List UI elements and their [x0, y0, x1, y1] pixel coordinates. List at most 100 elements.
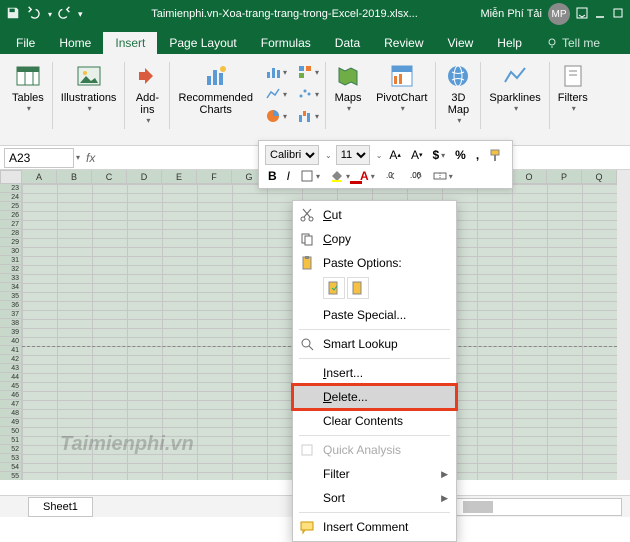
currency-icon[interactable]: $▾	[429, 147, 448, 163]
paste-option-2[interactable]	[347, 277, 369, 299]
col-header-F[interactable]: F	[197, 170, 232, 184]
ctx-sort[interactable]: Sort▶	[293, 486, 456, 510]
hierarchy-chart-icon[interactable]: ▾	[293, 62, 323, 82]
row-header[interactable]: 48	[0, 409, 22, 418]
size-dropdown-icon[interactable]: ⌄	[376, 151, 383, 160]
row-header[interactable]: 45	[0, 382, 22, 391]
row-header[interactable]: 55	[0, 472, 22, 480]
row-header[interactable]: 47	[0, 400, 22, 409]
tab-insert[interactable]: Insert	[103, 32, 157, 54]
line-chart-icon[interactable]: ▾	[261, 84, 291, 104]
recommended-charts-button[interactable]: Recommended Charts	[172, 58, 259, 145]
addins-button[interactable]: Add- ins▾	[127, 58, 167, 145]
qat-customize-icon[interactable]: ▾	[78, 9, 83, 20]
filters-button[interactable]: Filters▾	[552, 58, 594, 145]
select-all-corner[interactable]	[0, 170, 22, 184]
namebox-dropdown-icon[interactable]: ▾	[76, 153, 80, 162]
row-header[interactable]: 23	[0, 184, 22, 193]
row-header[interactable]: 50	[0, 427, 22, 436]
row-header[interactable]: 30	[0, 247, 22, 256]
ctx-filter[interactable]: Filter▶	[293, 462, 456, 486]
sheet-tab-1[interactable]: Sheet1	[28, 497, 93, 517]
ctx-insert[interactable]: Insert...	[293, 361, 456, 385]
row-header[interactable]: 24	[0, 193, 22, 202]
undo-icon[interactable]	[26, 6, 40, 23]
pivotchart-button[interactable]: PivotChart▾	[370, 58, 433, 145]
name-box[interactable]	[4, 148, 74, 168]
row-header[interactable]: 32	[0, 265, 22, 274]
row-header[interactable]: 43	[0, 364, 22, 373]
avatar[interactable]: MP	[548, 3, 570, 25]
ctx-paste-special[interactable]: Paste Special...	[293, 303, 456, 327]
row-header[interactable]: 26	[0, 211, 22, 220]
horizontal-scrollbar[interactable]	[442, 498, 622, 516]
tab-review[interactable]: Review	[372, 32, 435, 54]
font-select[interactable]: Calibri	[265, 145, 319, 165]
ctx-smart-lookup[interactable]: Smart Lookup	[293, 332, 456, 356]
row-header[interactable]: 34	[0, 283, 22, 292]
tab-view[interactable]: View	[436, 32, 486, 54]
fontsize-select[interactable]: 11	[336, 145, 370, 165]
row-header[interactable]: 38	[0, 319, 22, 328]
sparklines-button[interactable]: Sparklines▾	[483, 58, 546, 145]
ctx-copy[interactable]: Copy	[293, 227, 456, 251]
tab-tellme[interactable]: Tell me	[534, 32, 612, 54]
tab-data[interactable]: Data	[323, 32, 372, 54]
row-headers[interactable]: 2324252627282930313233343536373839404142…	[0, 184, 22, 480]
col-header-Q[interactable]: Q	[582, 170, 617, 184]
tab-file[interactable]: File	[4, 32, 47, 54]
row-header[interactable]: 36	[0, 301, 22, 310]
redo-icon[interactable]	[58, 6, 72, 23]
row-header[interactable]: 35	[0, 292, 22, 301]
col-header-O[interactable]: O	[512, 170, 547, 184]
italic-icon[interactable]: I	[284, 168, 293, 184]
row-header[interactable]: 44	[0, 373, 22, 382]
row-header[interactable]: 27	[0, 220, 22, 229]
row-header[interactable]: 31	[0, 256, 22, 265]
col-header-P[interactable]: P	[547, 170, 582, 184]
bold-icon[interactable]: B	[265, 168, 280, 184]
col-header-B[interactable]: B	[57, 170, 92, 184]
merge-icon[interactable]: ▾	[430, 168, 456, 184]
row-header[interactable]: 39	[0, 328, 22, 337]
illustrations-button[interactable]: Illustrations▾	[55, 58, 123, 145]
minimize-icon[interactable]	[594, 7, 606, 22]
col-header-C[interactable]: C	[92, 170, 127, 184]
ctx-cut[interactable]: Cut	[293, 203, 456, 227]
tab-formulas[interactable]: Formulas	[249, 32, 323, 54]
save-icon[interactable]	[6, 6, 20, 23]
row-header[interactable]: 37	[0, 310, 22, 319]
row-header[interactable]: 54	[0, 463, 22, 472]
maximize-icon[interactable]	[612, 7, 624, 22]
ctx-delete[interactable]: Delete...	[293, 385, 456, 409]
row-header[interactable]: 33	[0, 274, 22, 283]
row-header[interactable]: 49	[0, 418, 22, 427]
font-dropdown-icon[interactable]: ⌄	[325, 151, 332, 160]
maps-button[interactable]: Maps▾	[328, 58, 368, 145]
bar-chart-icon[interactable]: ▾	[261, 62, 291, 82]
comma-icon[interactable]: ,	[473, 147, 482, 163]
ribbon-options-icon[interactable]	[576, 7, 588, 22]
col-header-D[interactable]: D	[127, 170, 162, 184]
row-header[interactable]: 29	[0, 238, 22, 247]
row-header[interactable]: 46	[0, 391, 22, 400]
pie-chart-icon[interactable]: ▾	[261, 106, 291, 126]
scatter-chart-icon[interactable]: ▾	[293, 84, 323, 104]
waterfall-chart-icon[interactable]: ▾	[293, 106, 323, 126]
3d-map-button[interactable]: 3D Map▾	[438, 58, 478, 145]
col-header-E[interactable]: E	[162, 170, 197, 184]
decrease-decimal-icon[interactable]: .0	[382, 168, 402, 184]
tables-button[interactable]: Tables▾	[6, 58, 50, 145]
percent-icon[interactable]: %	[452, 147, 469, 163]
row-header[interactable]: 41	[0, 346, 22, 355]
font-color-icon[interactable]: A▾	[357, 168, 378, 184]
increase-font-icon[interactable]: A▴	[386, 147, 404, 163]
tab-home[interactable]: Home	[47, 32, 103, 54]
increase-decimal-icon[interactable]: .00	[406, 168, 426, 184]
col-header-A[interactable]: A	[22, 170, 57, 184]
row-header[interactable]: 52	[0, 445, 22, 454]
row-header[interactable]: 42	[0, 355, 22, 364]
format-painter-icon[interactable]	[486, 147, 506, 163]
row-header[interactable]: 25	[0, 202, 22, 211]
border-icon[interactable]: ▾	[297, 168, 323, 184]
